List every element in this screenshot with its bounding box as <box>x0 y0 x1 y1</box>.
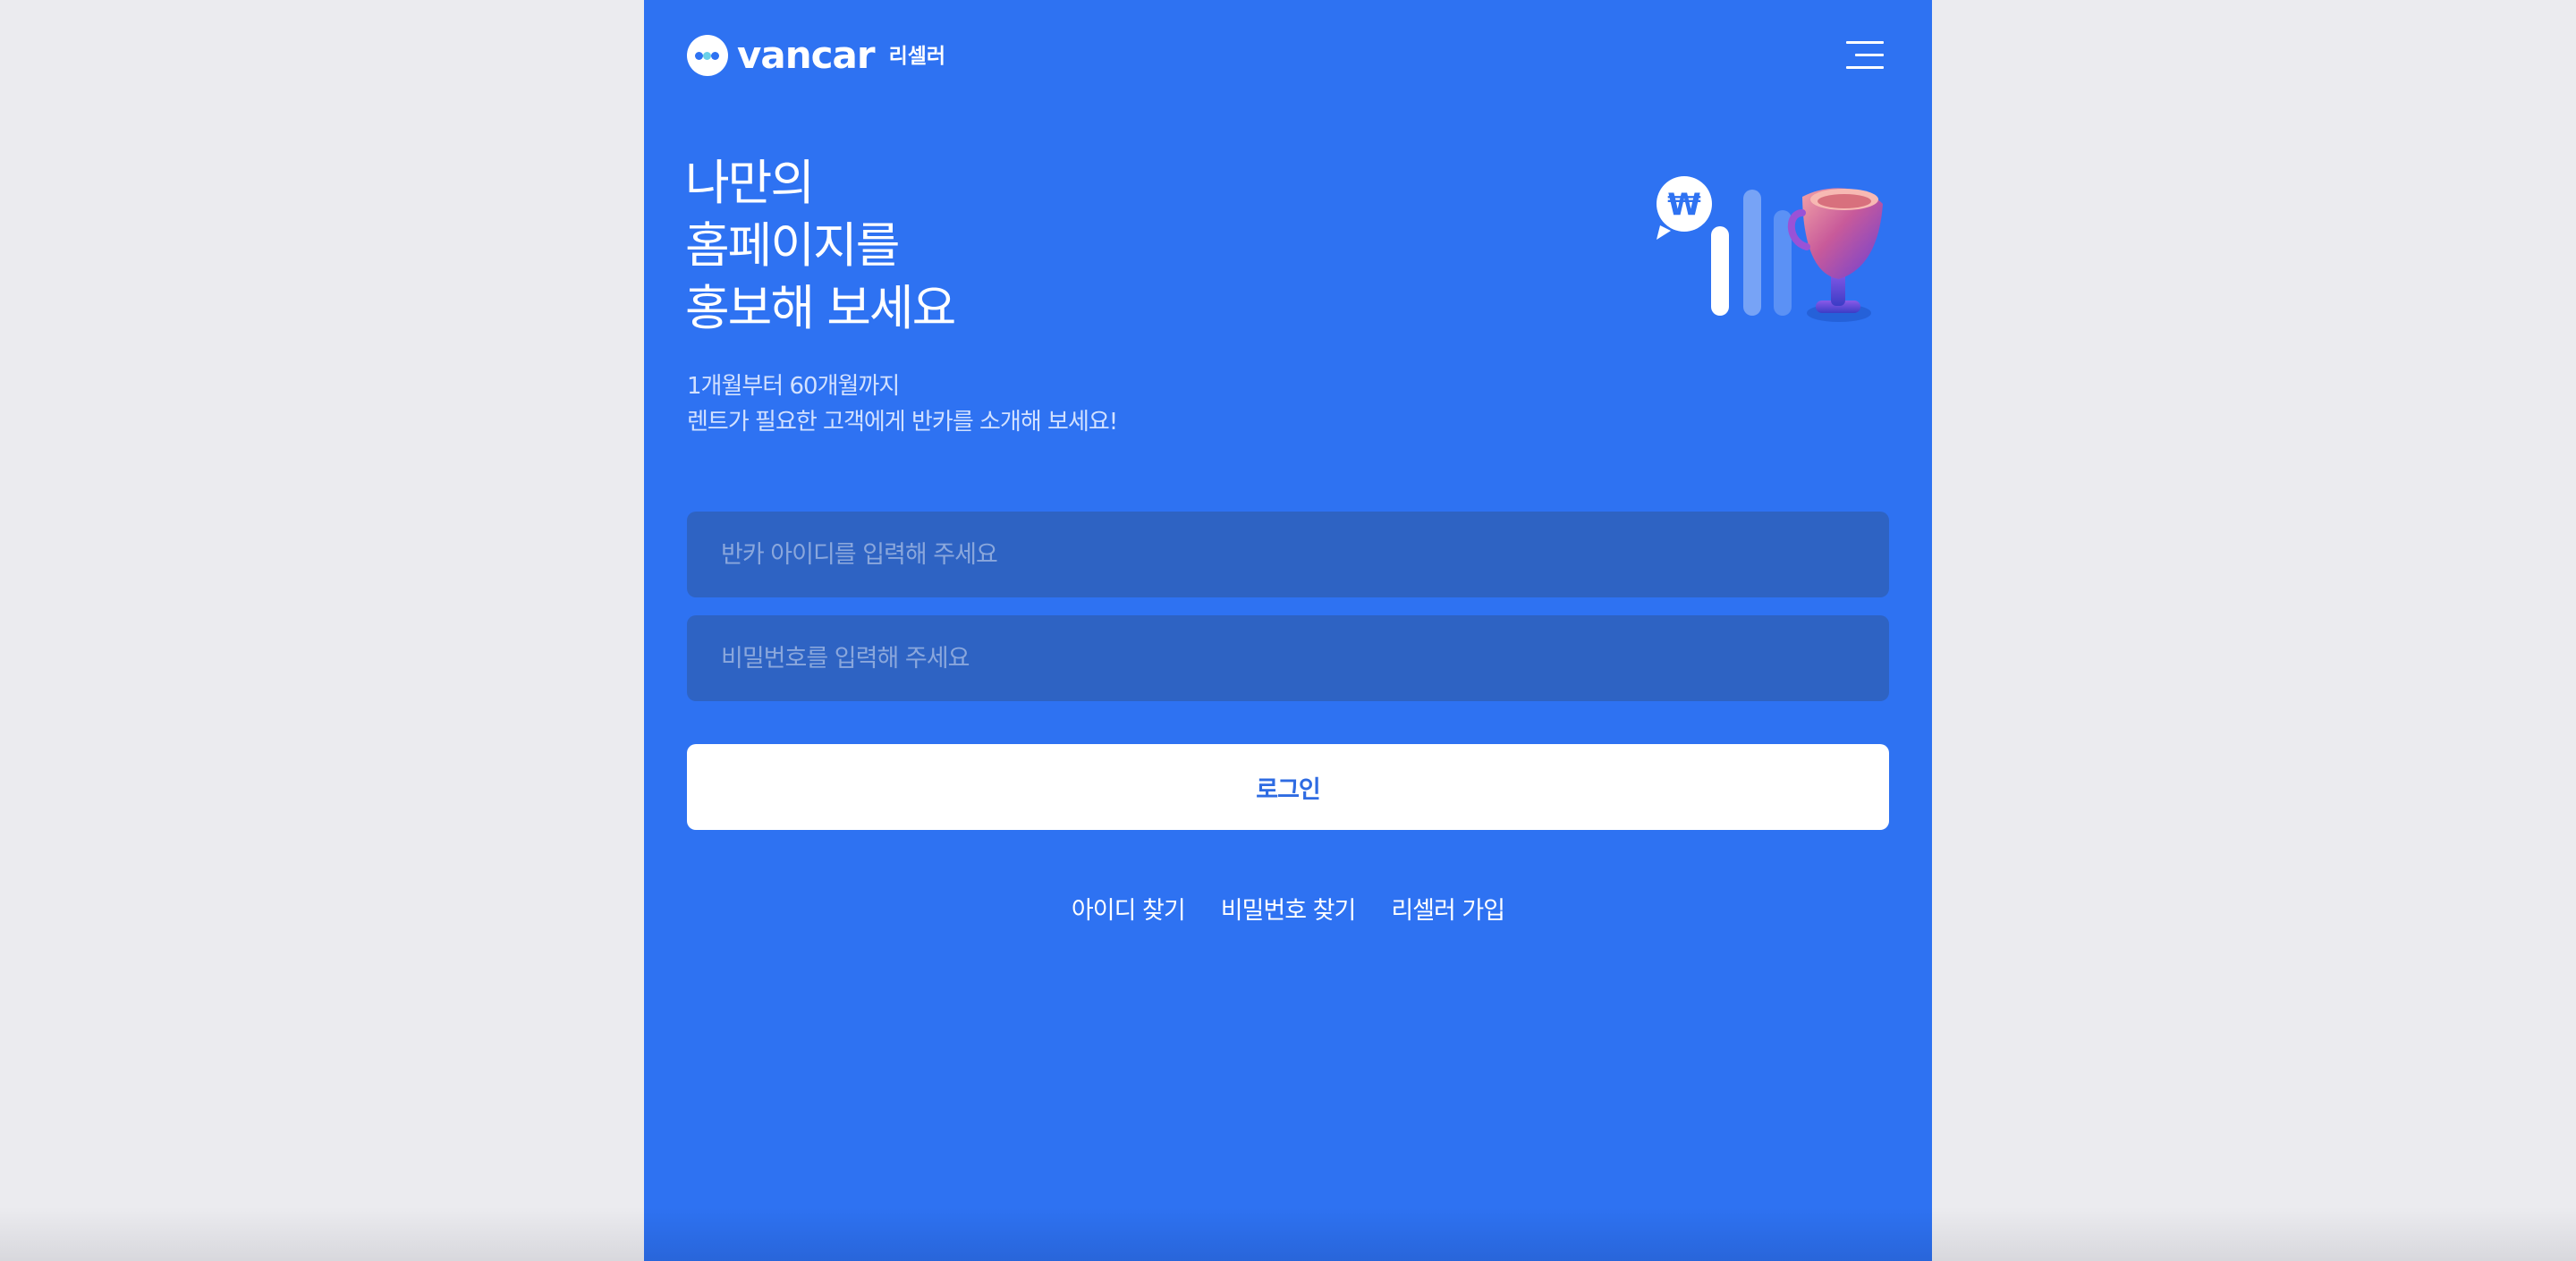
trophy-icon <box>1787 188 1883 322</box>
login-button[interactable]: 로그인 <box>687 744 1889 830</box>
bar-graph-icon <box>1711 190 1792 316</box>
hero-subtitle: 1개월부터 60개월까지 렌트가 필요한 고객에게 반카를 소개해 보세요! <box>687 368 1118 440</box>
hero-subtitle-line: 1개월부터 60개월까지 <box>687 373 900 400</box>
find-id-link[interactable]: 아이디 찾기 <box>1072 891 1186 926</box>
hero-title-line: 나만의 <box>685 155 815 211</box>
account-links: 아이디 찾기 비밀번호 찾기 리셀러 가입 <box>644 891 1932 926</box>
vancar-logo-icon <box>687 35 728 76</box>
won-coin-icon: ₩ <box>1657 176 1712 240</box>
hamburger-menu-icon[interactable] <box>1846 39 1884 72</box>
panel-bottom-shadow <box>644 1207 1932 1261</box>
password-input[interactable] <box>719 630 1857 686</box>
header: vancar 리셀러 <box>687 34 945 77</box>
hero-subtitle-line: 렌트가 필요한 고객에게 반카를 소개해 보세요! <box>687 409 1118 436</box>
currency-symbol: ₩ <box>1667 187 1701 223</box>
find-password-link[interactable]: 비밀번호 찾기 <box>1221 891 1357 926</box>
id-field <box>687 512 1889 597</box>
hero-title: 나만의 홈페이지를 홍보해 보세요 <box>685 152 956 340</box>
hero-title-line: 홍보해 보세요 <box>685 280 956 336</box>
login-panel: vancar 리셀러 나만의 홈페이지를 홍보해 보세요 1개월부터 60개월까… <box>644 0 1932 1261</box>
hero-illustration: ₩ <box>1655 170 1905 331</box>
logo-wordmark: vancar <box>737 33 876 77</box>
page-background: { "brand": { "wordmark": "vancar", "sub_… <box>0 0 2576 1261</box>
id-input[interactable] <box>719 527 1857 582</box>
logo-sub-label: 리셀러 <box>888 45 946 68</box>
hero-title-line: 홈페이지를 <box>685 217 900 274</box>
signup-link[interactable]: 리셀러 가입 <box>1391 891 1505 926</box>
password-field <box>687 615 1889 701</box>
